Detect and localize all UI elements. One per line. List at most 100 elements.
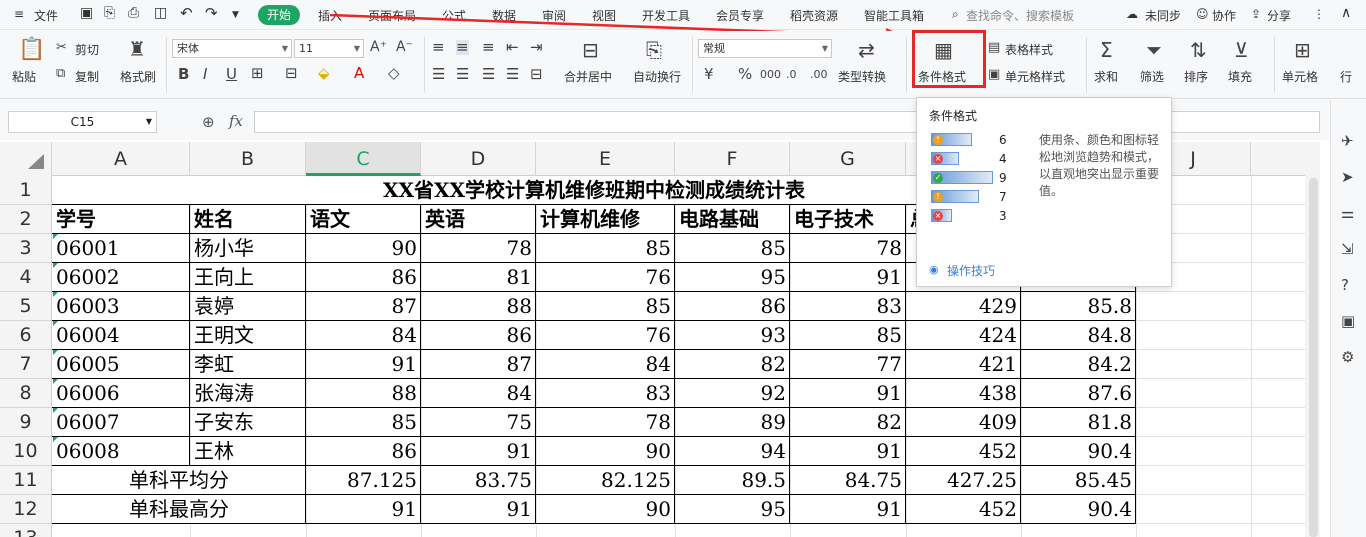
table-cell[interactable]: 91	[790, 379, 906, 408]
row-header[interactable]: 10	[0, 437, 52, 466]
table-cell[interactable]: 杨小华	[190, 234, 306, 263]
table-cell[interactable]: 91	[790, 437, 906, 466]
row-header[interactable]: 13	[0, 524, 52, 537]
table-cell[interactable]: 06007	[52, 408, 190, 437]
table-cell[interactable]: 85	[536, 292, 675, 321]
avg-cell[interactable]: 83.75	[421, 466, 536, 495]
italic-icon[interactable]: I	[203, 67, 207, 82]
fx-icon[interactable]: fx	[229, 112, 243, 130]
table-cell[interactable]: 84.2	[1021, 350, 1136, 379]
merge-icon[interactable]: ⊟	[582, 40, 599, 60]
table-cell[interactable]: 85	[306, 408, 421, 437]
align-top-icon[interactable]: ≡	[432, 40, 445, 55]
max-cell[interactable]: 95	[675, 495, 790, 524]
table-cell[interactable]: 76	[536, 263, 675, 292]
sync-status[interactable]: 未同步	[1145, 7, 1181, 24]
table-cell[interactable]: 06006	[52, 379, 190, 408]
table-cell[interactable]: 王向上	[190, 263, 306, 292]
decimal-increase-icon[interactable]: .0	[786, 67, 797, 82]
collab-button[interactable]: 协作	[1212, 7, 1236, 24]
scrollbar-thumb[interactable]	[1309, 178, 1318, 537]
column-header-b[interactable]: B	[190, 142, 306, 176]
clear-icon[interactable]: ◇	[388, 66, 400, 81]
table-cell[interactable]: 78	[790, 234, 906, 263]
table-cell[interactable]: 83	[536, 379, 675, 408]
percent-icon[interactable]: %	[738, 67, 752, 82]
table-cell[interactable]: 子安东	[190, 408, 306, 437]
align-center-icon[interactable]: ☰	[456, 67, 469, 82]
distribute-icon[interactable]: ⊟	[530, 67, 543, 82]
table-cell[interactable]: 06005	[52, 350, 190, 379]
table-cell[interactable]: 王明文	[190, 321, 306, 350]
table-cell[interactable]: 409	[906, 408, 1021, 437]
table-cell[interactable]: 88	[421, 292, 536, 321]
avg-cell[interactable]: 89.5	[675, 466, 790, 495]
max-cell[interactable]: 90.4	[1021, 495, 1136, 524]
table-cell[interactable]: 06002	[52, 263, 190, 292]
table-cell[interactable]: 85	[536, 234, 675, 263]
table-cell[interactable]: 袁婷	[190, 292, 306, 321]
font-shrink-icon[interactable]: A⁻	[396, 40, 413, 55]
align-left-icon[interactable]: ☰	[432, 67, 445, 82]
row-header[interactable]: 4	[0, 263, 52, 292]
underline-icon[interactable]: U	[226, 67, 237, 82]
name-box[interactable]: C15 ▼	[8, 111, 157, 133]
filter-icon[interactable]: ⏷	[1146, 40, 1162, 60]
max-cell[interactable]: 91	[306, 495, 421, 524]
help-icon[interactable]: ?	[1341, 278, 1349, 293]
convert-icon[interactable]: ⇄	[858, 40, 875, 60]
collapse-icon[interactable]: ∧	[1341, 5, 1351, 21]
avg-cell[interactable]: 84.75	[790, 466, 906, 495]
format-painter-button[interactable]: 格式刷	[120, 68, 156, 85]
table-style-button[interactable]: 表格样式	[1005, 41, 1053, 58]
copy-button[interactable]: 复制	[75, 68, 99, 85]
cell-style-icon[interactable]: ▣	[988, 67, 1000, 82]
max-cell[interactable]: 90	[536, 495, 675, 524]
table-cell[interactable]: 86	[421, 321, 536, 350]
preview-icon[interactable]: ◫	[154, 5, 167, 21]
thousands-icon[interactable]: 000	[760, 67, 781, 82]
sort-icon[interactable]: ⇅	[1190, 40, 1207, 60]
column-header-a[interactable]: A	[52, 142, 190, 176]
row-header[interactable]: 12	[0, 495, 52, 524]
avg-cell[interactable]: 87.125	[306, 466, 421, 495]
copy-icon[interactable]: ⧉	[56, 66, 65, 81]
select-all-corner[interactable]	[0, 142, 52, 176]
fill-color-icon[interactable]: ⬙	[318, 66, 330, 81]
share-button[interactable]: 分享	[1267, 7, 1291, 24]
hamburger-icon[interactable]: ≡	[14, 7, 24, 21]
table-cell[interactable]: 84	[421, 379, 536, 408]
row-header[interactable]: 2	[0, 205, 52, 234]
table-cell[interactable]: 89	[675, 408, 790, 437]
avg-cell[interactable]: 427.25	[906, 466, 1021, 495]
filter-button[interactable]: 筛选	[1140, 68, 1164, 85]
convert-button[interactable]: 类型转换	[838, 68, 886, 85]
tips-link[interactable]: 操作技巧	[947, 262, 995, 279]
transform-icon[interactable]: ⇲	[1341, 242, 1354, 257]
table-cell[interactable]: 78	[421, 234, 536, 263]
font-grow-icon[interactable]: A⁺	[370, 40, 387, 55]
column-header-f[interactable]: F	[675, 142, 790, 176]
redo-icon[interactable]: ↷	[205, 4, 218, 22]
table-cell[interactable]: 90	[536, 437, 675, 466]
wrap-button[interactable]: 自动换行	[633, 68, 681, 85]
table-cell[interactable]: 王林	[190, 437, 306, 466]
indent-increase-icon[interactable]: ⇥	[530, 40, 543, 55]
row-header[interactable]: 9	[0, 408, 52, 437]
save-icon[interactable]: ▣	[80, 5, 93, 21]
align-middle-icon[interactable]: ≡	[456, 40, 469, 55]
max-cell[interactable]: 91	[790, 495, 906, 524]
merge-button[interactable]: 合并居中	[564, 68, 612, 85]
table-cell[interactable]: 83	[790, 292, 906, 321]
cursor-icon[interactable]: ➤	[1341, 170, 1354, 185]
table-cell[interactable]: 85	[790, 321, 906, 350]
row-header[interactable]: 6	[0, 321, 52, 350]
table-cell[interactable]: 91	[421, 437, 536, 466]
font-size-select[interactable]: 11 ▼	[294, 39, 364, 58]
bold-icon[interactable]: B	[178, 67, 189, 82]
chevron-down-icon[interactable]: ▼	[232, 10, 239, 20]
cells-icon[interactable]: ⊞	[1294, 40, 1311, 60]
number-format-select[interactable]: 常规 ▼	[698, 39, 832, 58]
table-cell[interactable]: 76	[536, 321, 675, 350]
table-cell[interactable]: 424	[906, 321, 1021, 350]
